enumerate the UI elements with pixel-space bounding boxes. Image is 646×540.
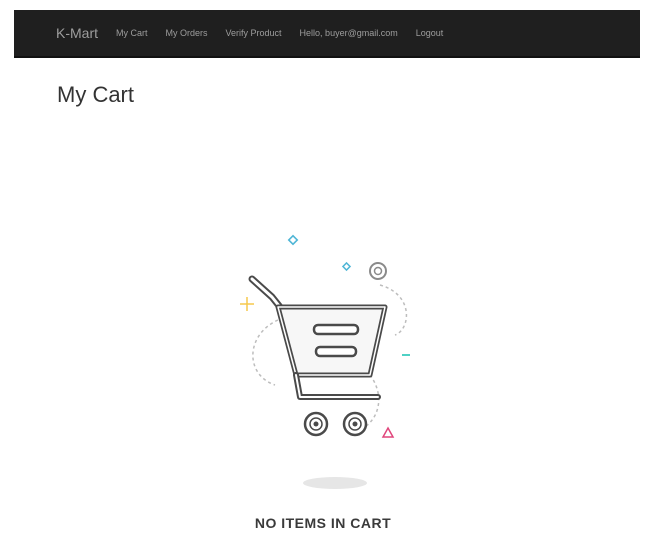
nav-verify-product[interactable]: Verify Product: [226, 28, 282, 38]
diamond-icon: [287, 234, 299, 246]
plus-icon: [240, 297, 254, 311]
nav-my-cart[interactable]: My Cart: [116, 28, 148, 38]
cart-shadow: [303, 477, 367, 489]
basket-bar-bottom: [314, 345, 358, 358]
basket-bar-top: [312, 323, 360, 336]
cart-wheel-right: [342, 411, 368, 437]
empty-cart-message: NO ITEMS IN CART: [254, 515, 392, 531]
top-navbar: K-Mart My Cart My Orders Verify Product …: [14, 10, 640, 58]
triangle-icon: [381, 426, 395, 438]
empty-cart-illustration: [230, 225, 430, 495]
dashed-arc-left: [252, 319, 279, 386]
brand-link[interactable]: K-Mart: [56, 25, 98, 41]
empty-cart-icon: [240, 234, 410, 489]
nav-my-orders[interactable]: My Orders: [166, 28, 208, 38]
coin-icon: [369, 262, 387, 280]
cart-base: [293, 372, 381, 400]
page-title: My Cart: [57, 82, 134, 107]
nav-logout[interactable]: Logout: [416, 28, 444, 38]
cart-wheel-left: [303, 411, 329, 437]
diamond-small-icon: [341, 261, 352, 272]
nav-user-greeting[interactable]: Hello, buyer@gmail.com: [300, 28, 398, 38]
